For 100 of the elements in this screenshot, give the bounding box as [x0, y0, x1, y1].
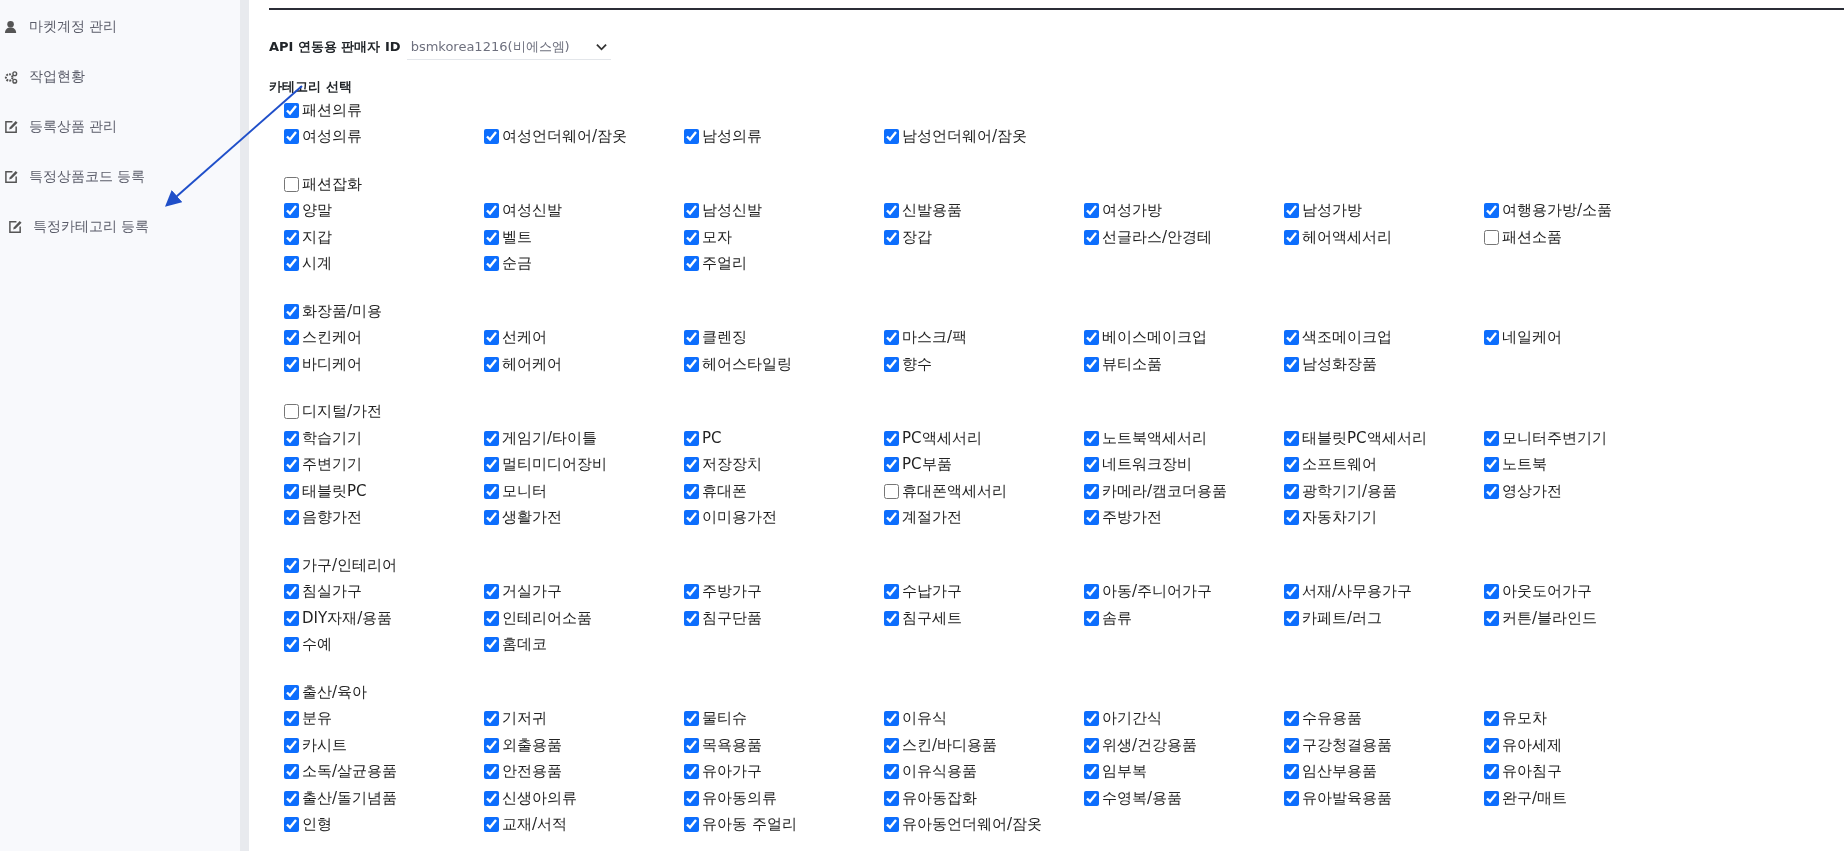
checkbox-label[interactable]: 유아침구 [1502, 762, 1562, 782]
checkbox[interactable] [484, 737, 499, 753]
checkbox[interactable] [884, 584, 899, 600]
checkbox-label[interactable]: 선글라스/안경테 [1102, 227, 1213, 247]
checkbox[interactable] [1084, 356, 1099, 372]
checkbox[interactable] [284, 229, 299, 245]
checkbox-label[interactable]: 커튼/블라인드 [1502, 608, 1598, 628]
checkbox[interactable] [284, 764, 299, 780]
seller-select[interactable]: bsmkorea1216(비에스엠) [406, 34, 611, 60]
checkbox[interactable] [284, 637, 299, 653]
checkbox-label[interactable]: 분유 [302, 709, 332, 729]
checkbox-label[interactable]: 유아동언더웨어/잠옷 [902, 815, 1043, 835]
checkbox[interactable] [1084, 790, 1099, 806]
checkbox[interactable] [284, 610, 299, 626]
checkbox-label[interactable]: 영상가전 [1502, 481, 1562, 501]
checkbox[interactable] [484, 457, 499, 473]
checkbox-label[interactable]: 유아발육용품 [1302, 788, 1392, 808]
checkbox-label[interactable]: 임부복 [1102, 762, 1147, 782]
checkbox-label[interactable]: 홈데코 [502, 635, 547, 655]
checkbox[interactable] [284, 684, 299, 700]
checkbox-label[interactable]: 임산부용품 [1302, 762, 1377, 782]
checkbox[interactable] [884, 483, 899, 499]
checkbox[interactable] [284, 790, 299, 806]
checkbox-label[interactable]: 노트북 [1502, 455, 1547, 475]
checkbox-label[interactable]: 향수 [902, 354, 932, 374]
checkbox[interactable] [1484, 711, 1499, 727]
checkbox-label[interactable]: 스킨케어 [302, 328, 362, 348]
checkbox[interactable] [1084, 483, 1099, 499]
checkbox-label[interactable]: 수유용품 [1302, 709, 1362, 729]
checkbox-label[interactable]: 순금 [502, 254, 532, 274]
checkbox[interactable] [684, 203, 699, 219]
checkbox[interactable] [684, 356, 699, 372]
checkbox[interactable] [684, 430, 699, 446]
sidebar-item[interactable]: 특정카테고리 등록 [0, 202, 240, 252]
checkbox-label[interactable]: 게임기/타이틀 [502, 428, 598, 448]
checkbox[interactable] [1084, 711, 1099, 727]
checkbox-label[interactable]: 신생아의류 [502, 788, 577, 808]
checkbox-label[interactable]: 패션의류 [302, 100, 362, 120]
checkbox[interactable] [284, 483, 299, 499]
checkbox[interactable] [1484, 483, 1499, 499]
checkbox-label[interactable]: 교재/서적 [502, 815, 568, 835]
checkbox-label[interactable]: 카메라/캠코더용품 [1102, 481, 1228, 501]
checkbox[interactable] [684, 737, 699, 753]
checkbox-label[interactable]: 카페트/러그 [1302, 608, 1383, 628]
checkbox-label[interactable]: 여성신발 [502, 201, 562, 221]
checkbox-label[interactable]: 양말 [302, 201, 332, 221]
checkbox[interactable] [284, 356, 299, 372]
checkbox-label[interactable]: PC액세서리 [902, 428, 982, 448]
checkbox[interactable] [684, 711, 699, 727]
checkbox-label[interactable]: 완구/매트 [1502, 788, 1568, 808]
checkbox-label[interactable]: 바디케어 [302, 354, 362, 374]
checkbox[interactable] [484, 764, 499, 780]
checkbox-label[interactable]: 여성언더웨어/잠옷 [502, 127, 628, 147]
checkbox[interactable] [484, 510, 499, 526]
checkbox[interactable] [1084, 203, 1099, 219]
checkbox-label[interactable]: 태블릿PC [302, 481, 367, 501]
checkbox-label[interactable]: 수납가구 [902, 582, 962, 602]
checkbox[interactable] [1484, 737, 1499, 753]
checkbox[interactable] [1084, 330, 1099, 346]
sidebar-item[interactable]: 작업현황 [0, 52, 240, 102]
checkbox-label[interactable]: 남성가방 [1302, 201, 1362, 221]
checkbox-label[interactable]: 신발용품 [902, 201, 962, 221]
checkbox[interactable] [1284, 203, 1299, 219]
checkbox-label[interactable]: 수예 [302, 635, 332, 655]
checkbox[interactable] [484, 203, 499, 219]
checkbox[interactable] [484, 483, 499, 499]
checkbox[interactable] [884, 737, 899, 753]
checkbox-label[interactable]: 주방가전 [1102, 508, 1162, 528]
checkbox-label[interactable]: 네트워크장비 [1102, 455, 1192, 475]
checkbox-label[interactable]: 아기간식 [1102, 709, 1162, 729]
checkbox-label[interactable]: 화장품/미용 [302, 301, 383, 321]
checkbox-label[interactable]: 유모차 [1502, 709, 1547, 729]
checkbox[interactable] [884, 356, 899, 372]
checkbox[interactable] [284, 203, 299, 219]
checkbox[interactable] [884, 430, 899, 446]
checkbox[interactable] [1284, 584, 1299, 600]
checkbox[interactable] [684, 510, 699, 526]
checkbox-label[interactable]: 남성언더웨어/잠옷 [902, 127, 1028, 147]
checkbox-label[interactable]: 모니터주변기기 [1502, 428, 1607, 448]
checkbox-label[interactable]: 클렌징 [702, 328, 747, 348]
sidebar-item[interactable]: 특정상품코드 등록 [0, 152, 240, 202]
checkbox[interactable] [1484, 457, 1499, 473]
checkbox-label[interactable]: 여성가방 [1102, 201, 1162, 221]
checkbox[interactable] [484, 430, 499, 446]
checkbox-label[interactable]: 뷰티소품 [1102, 354, 1162, 374]
checkbox-label[interactable]: 계절가전 [902, 508, 962, 528]
checkbox[interactable] [1284, 764, 1299, 780]
checkbox[interactable] [684, 817, 699, 833]
checkbox-label[interactable]: 선케어 [502, 328, 547, 348]
checkbox-label[interactable]: 자동차기기 [1302, 508, 1377, 528]
checkbox-label[interactable]: 남성의류 [702, 127, 762, 147]
checkbox[interactable] [1484, 610, 1499, 626]
checkbox[interactable] [1284, 790, 1299, 806]
checkbox-label[interactable]: 기저귀 [502, 709, 547, 729]
checkbox-label[interactable]: 남성화장품 [1302, 354, 1377, 374]
checkbox[interactable] [1484, 790, 1499, 806]
checkbox[interactable] [684, 256, 699, 272]
checkbox[interactable] [484, 229, 499, 245]
checkbox[interactable] [284, 256, 299, 272]
checkbox-label[interactable]: 주방가구 [702, 582, 762, 602]
